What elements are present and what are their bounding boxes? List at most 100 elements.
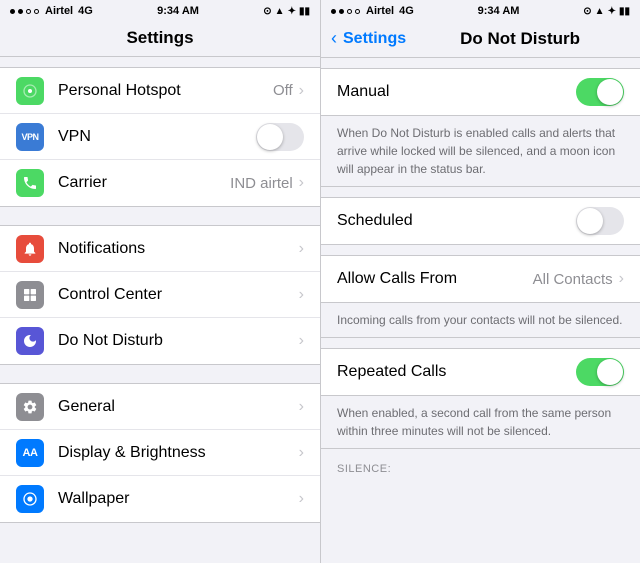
left-nav-title: Settings bbox=[126, 28, 193, 47]
scheduled-toggle-knob bbox=[577, 208, 603, 234]
left-status-bar: Airtel 4G 9:34 AM ⊙ ▲ ✦ ▮▮ bbox=[0, 0, 320, 22]
sidebar-item-wallpaper[interactable]: Wallpaper › bbox=[0, 476, 320, 522]
wallpaper-label: Wallpaper bbox=[58, 490, 299, 508]
wallpaper-icon bbox=[16, 485, 44, 513]
right-nav-title: Do Not Disturb bbox=[460, 29, 580, 49]
right-network: 4G bbox=[399, 5, 414, 17]
sidebar-item-control-center[interactable]: Control Center › bbox=[0, 272, 320, 318]
r-bluetooth-icon: ✦ bbox=[608, 6, 616, 17]
hotspot-value: Off bbox=[273, 82, 293, 99]
dnd-allowcalls-row[interactable]: Allow Calls From All Contacts › bbox=[321, 256, 640, 302]
left-nav-bar: Settings bbox=[0, 22, 320, 57]
battery-icon: ▮▮ bbox=[299, 6, 310, 17]
right-nav-bar: ‹ Settings Do Not Disturb bbox=[321, 22, 640, 58]
signal-dot-2 bbox=[18, 9, 23, 14]
sidebar-item-vpn[interactable]: VPN VPN bbox=[0, 114, 320, 160]
general-label: General bbox=[58, 398, 299, 416]
vpn-toggle-knob bbox=[257, 124, 283, 150]
back-button[interactable]: Settings bbox=[343, 30, 406, 48]
bluetooth-icon: ✦ bbox=[288, 6, 296, 17]
r-signal-dot-1 bbox=[331, 9, 336, 14]
right-carrier: Airtel bbox=[366, 5, 394, 17]
control-center-label: Control Center bbox=[58, 286, 299, 304]
hotspot-label: Personal Hotspot bbox=[58, 82, 273, 100]
notifications-label: Notifications bbox=[58, 240, 299, 258]
left-status-right: ⊙ ▲ ✦ ▮▮ bbox=[263, 6, 310, 17]
r-battery-icon: ▮▮ bbox=[619, 6, 630, 17]
display-icon: AA bbox=[16, 439, 44, 467]
settings-group-1: Personal Hotspot Off › VPN VPN Carrier I… bbox=[0, 67, 320, 207]
right-status-left: Airtel 4G bbox=[331, 5, 414, 17]
carrier-value: IND airtel bbox=[230, 175, 293, 192]
control-center-chevron: › bbox=[299, 286, 304, 304]
display-label: Display & Brightness bbox=[58, 444, 299, 462]
scheduled-toggle[interactable] bbox=[576, 207, 624, 235]
sidebar-item-carrier[interactable]: Carrier IND airtel › bbox=[0, 160, 320, 206]
right-status-right: ⊙ ▲ ✦ ▮▮ bbox=[583, 6, 630, 17]
carrier-icon bbox=[16, 169, 44, 197]
signal-dot-1 bbox=[10, 9, 15, 14]
dnd-manual-section: Manual bbox=[321, 68, 640, 116]
hotspot-chevron: › bbox=[299, 82, 304, 100]
vpn-toggle[interactable] bbox=[256, 123, 304, 151]
sidebar-item-display[interactable]: AA Display & Brightness › bbox=[0, 430, 320, 476]
manual-toggle-knob bbox=[597, 79, 623, 105]
repeatedcalls-toggle-knob bbox=[597, 359, 623, 385]
vpn-label: VPN bbox=[58, 128, 256, 146]
dnd-chevron: › bbox=[299, 332, 304, 350]
sidebar-item-hotspot[interactable]: Personal Hotspot Off › bbox=[0, 68, 320, 114]
dnd-manual-description: When Do Not Disturb is enabled calls and… bbox=[321, 116, 640, 187]
left-carrier: Airtel bbox=[45, 5, 73, 17]
notifications-icon bbox=[16, 235, 44, 263]
wallpaper-chevron: › bbox=[299, 490, 304, 508]
left-time: 9:34 AM bbox=[157, 5, 199, 17]
general-chevron: › bbox=[299, 398, 304, 416]
right-panel: Airtel 4G 9:34 AM ⊙ ▲ ✦ ▮▮ ‹ Settings Do… bbox=[320, 0, 640, 563]
allowcalls-chevron: › bbox=[619, 270, 624, 288]
carrier-label: Carrier bbox=[58, 174, 230, 192]
dnd-scheduled-row[interactable]: Scheduled bbox=[321, 198, 640, 244]
r-location-icon: ⊙ bbox=[583, 6, 591, 17]
hotspot-icon bbox=[16, 77, 44, 105]
dnd-manual-label: Manual bbox=[337, 83, 576, 101]
r-wifi-icon: ▲ bbox=[595, 6, 605, 17]
sidebar-item-notifications[interactable]: Notifications › bbox=[0, 226, 320, 272]
general-icon bbox=[16, 393, 44, 421]
manual-toggle[interactable] bbox=[576, 78, 624, 106]
settings-group-2: Notifications › Control Center › Do Not … bbox=[0, 225, 320, 365]
dnd-icon bbox=[16, 327, 44, 355]
back-chevron-icon[interactable]: ‹ bbox=[331, 28, 337, 49]
dnd-repeatedcalls-section: Repeated Calls bbox=[321, 348, 640, 396]
settings-group-3: General › AA Display & Brightness › Wall… bbox=[0, 383, 320, 523]
left-panel: Airtel 4G 9:34 AM ⊙ ▲ ✦ ▮▮ Settings Pers… bbox=[0, 0, 320, 563]
r-signal-dot-3 bbox=[347, 9, 352, 14]
dnd-allowcalls-label: Allow Calls From bbox=[337, 270, 533, 288]
dnd-repeatedcalls-label: Repeated Calls bbox=[337, 363, 576, 381]
r-signal-dot-2 bbox=[339, 9, 344, 14]
left-status-left: Airtel 4G bbox=[10, 5, 93, 17]
sidebar-item-general[interactable]: General › bbox=[0, 384, 320, 430]
right-time: 9:34 AM bbox=[478, 5, 520, 17]
notifications-chevron: › bbox=[299, 240, 304, 258]
dnd-allowcalls-section: Allow Calls From All Contacts › bbox=[321, 255, 640, 303]
carrier-chevron: › bbox=[299, 174, 304, 192]
repeatedcalls-toggle[interactable] bbox=[576, 358, 624, 386]
dnd-scheduled-label: Scheduled bbox=[337, 212, 576, 230]
right-status-bar: Airtel 4G 9:34 AM ⊙ ▲ ✦ ▮▮ bbox=[321, 0, 640, 22]
display-chevron: › bbox=[299, 444, 304, 462]
signal-dot-4 bbox=[34, 9, 39, 14]
dnd-allowcalls-description: Incoming calls from your contacts will n… bbox=[321, 303, 640, 338]
dnd-manual-row[interactable]: Manual bbox=[321, 69, 640, 115]
wifi-icon: ▲ bbox=[275, 6, 285, 17]
vpn-icon: VPN bbox=[16, 123, 44, 151]
r-signal-dot-4 bbox=[355, 9, 360, 14]
location-icon: ⊙ bbox=[263, 6, 271, 17]
dnd-label: Do Not Disturb bbox=[58, 332, 299, 350]
silence-header: SILENCE: bbox=[321, 449, 640, 479]
dnd-repeatedcalls-description: When enabled, a second call from the sam… bbox=[321, 396, 640, 449]
dnd-scheduled-section: Scheduled bbox=[321, 197, 640, 245]
left-network: 4G bbox=[78, 5, 93, 17]
sidebar-item-dnd[interactable]: Do Not Disturb › bbox=[0, 318, 320, 364]
signal-dot-3 bbox=[26, 9, 31, 14]
dnd-repeatedcalls-row[interactable]: Repeated Calls bbox=[321, 349, 640, 395]
